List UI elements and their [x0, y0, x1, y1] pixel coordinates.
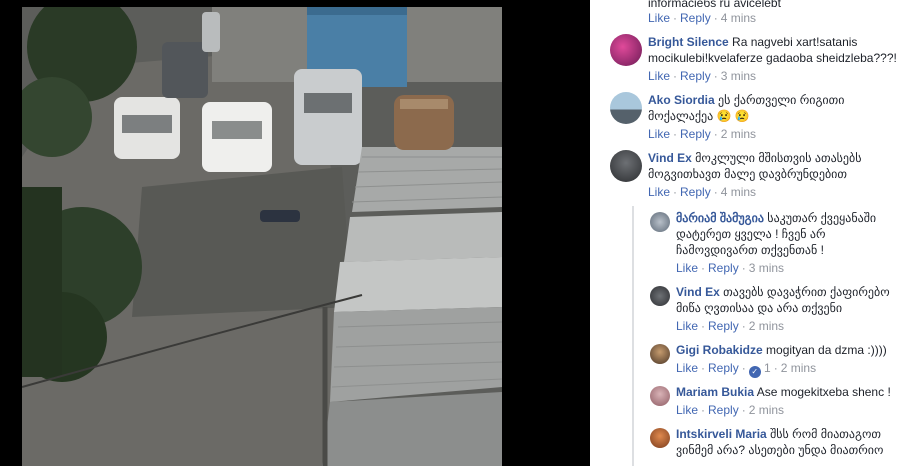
like-link[interactable]: Like [676, 361, 698, 375]
like-link[interactable]: Like [676, 261, 698, 275]
reply-text: Ase mogekitxeba shenc ! [756, 385, 891, 399]
reply-actions: Like · Reply · 3 mins [676, 261, 785, 275]
commenter-name[interactable]: Gigi Robakidze [676, 343, 763, 357]
reply-link[interactable]: Reply [708, 361, 739, 375]
comments-panel: informacieбs ru avicelebt Like · Reply · 4 m… [590, 0, 908, 466]
reply-actions: Like · Reply · ✓ 1 · 2 mins [676, 361, 817, 378]
like-link[interactable]: Like [648, 69, 670, 83]
timestamp[interactable]: 3 mins [749, 261, 784, 275]
avatar[interactable] [650, 386, 670, 406]
avatar[interactable] [650, 286, 670, 306]
commenter-name[interactable]: Bright Silence [648, 35, 729, 49]
reply-body: მარიამ შამუგია საკუთარ ქვეყანაში დატერეთ… [676, 210, 904, 258]
reply-link[interactable]: Reply [680, 69, 711, 83]
avatar[interactable] [610, 92, 642, 124]
comment-actions: Like · Reply · 4 mins [648, 11, 757, 25]
avatar[interactable] [650, 428, 670, 448]
timestamp[interactable]: 2 mins [749, 403, 784, 417]
reply-link[interactable]: Reply [708, 319, 739, 333]
timestamp[interactable]: 2 mins [721, 127, 756, 141]
reply-body: Mariam Bukia Ase mogekitxeba shenc ! [676, 384, 904, 400]
comment-body: Ako Siordia ეს ქართველი რიგითი მოქალაქეა… [648, 92, 903, 124]
reply-actions: Like · Reply · 2 mins [676, 403, 785, 417]
reply-link[interactable]: Reply [680, 185, 711, 199]
commenter-name[interactable]: Vind Ex [648, 151, 692, 165]
reply-body: Vind Ex თავებს დავაჭრით ქაფირებო მიწა ღვ… [676, 284, 904, 316]
commenter-name[interactable]: Mariam Bukia [676, 385, 754, 399]
commenter-name[interactable]: Ako Siordia [648, 93, 715, 107]
avatar[interactable] [650, 212, 670, 232]
timestamp[interactable]: 2 mins [749, 319, 784, 333]
comment-actions: Like · Reply · 4 mins [648, 185, 757, 199]
commenter-name[interactable]: მარიამ შამუგია [676, 211, 764, 225]
reply-text: mogityan da dzma :)))) [766, 343, 887, 357]
like-icon[interactable]: ✓ [748, 366, 761, 378]
avatar[interactable] [610, 34, 642, 66]
commenter-name[interactable]: Intskirveli Maria [676, 427, 767, 441]
post-photo[interactable] [22, 7, 502, 466]
like-count[interactable]: 1 [764, 361, 771, 375]
like-link[interactable]: Like [648, 185, 670, 199]
reply-thread-line [632, 206, 634, 466]
photo-viewer [0, 0, 590, 466]
like-link[interactable]: Like [648, 11, 670, 25]
comment-body: Vind Ex მოკლული მშისთვის ათასებს მოგვითხ… [648, 150, 903, 182]
like-link[interactable]: Like [676, 403, 698, 417]
timestamp[interactable]: 4 mins [721, 11, 756, 25]
like-link[interactable]: Like [676, 319, 698, 333]
timestamp[interactable]: 4 mins [721, 185, 756, 199]
commenter-name[interactable]: Vind Ex [676, 285, 720, 299]
comment-body: Bright Silence Ra nagvebi xart!satanis m… [648, 34, 903, 66]
reply-link[interactable]: Reply [708, 261, 739, 275]
like-link[interactable]: Like [648, 127, 670, 141]
reply-link[interactable]: Reply [680, 11, 711, 25]
emoji: 😢 😢 [716, 109, 750, 123]
reply-actions: Like · Reply · 2 mins [676, 319, 785, 333]
reply-body: Gigi Robakidze mogityan da dzma :)))) [676, 342, 904, 358]
reply-link[interactable]: Reply [708, 403, 739, 417]
comment-actions: Like · Reply · 2 mins [648, 127, 757, 141]
comment-actions: Like · Reply · 3 mins [648, 69, 757, 83]
reply-body: Intskirveli Maria შსს რომ მიათაგოთ ვინმე… [676, 426, 904, 458]
timestamp[interactable]: 2 mins [781, 361, 816, 375]
avatar[interactable] [610, 150, 642, 182]
avatar[interactable] [650, 344, 670, 364]
timestamp[interactable]: 3 mins [721, 69, 756, 83]
reply-link[interactable]: Reply [680, 127, 711, 141]
